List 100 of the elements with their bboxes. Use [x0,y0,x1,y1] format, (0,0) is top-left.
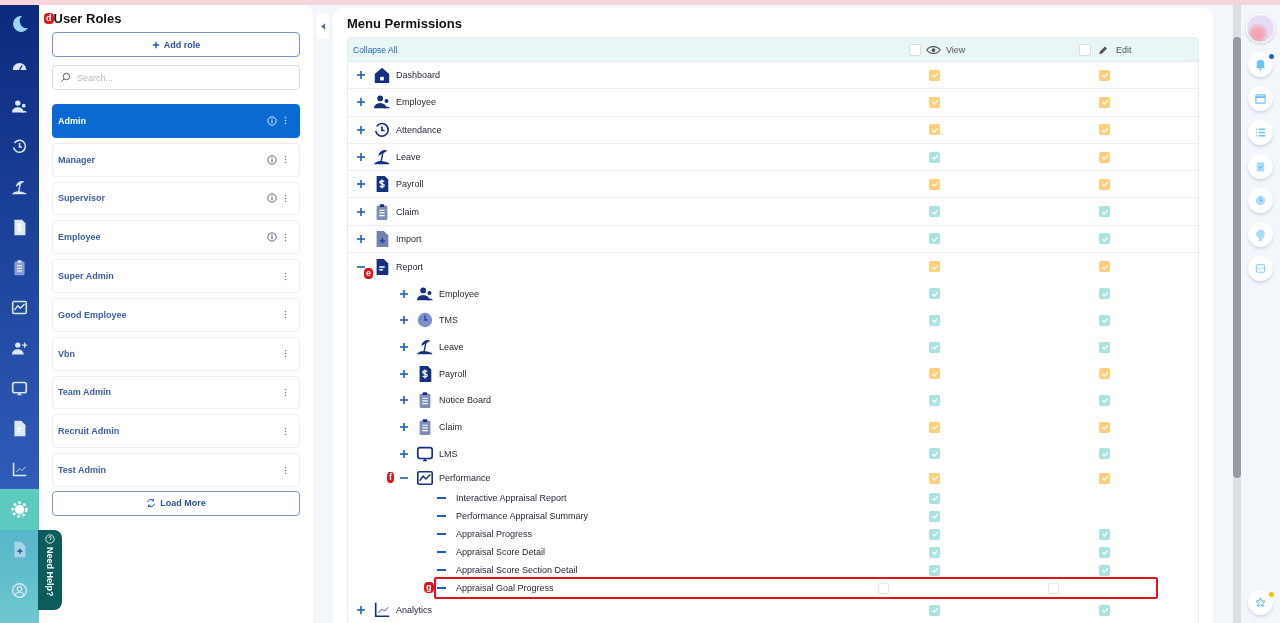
menu-item-label: Analytics [396,605,432,616]
load-more-button[interactable]: Load More [52,490,300,516]
checkbox[interactable] [929,261,940,273]
checkbox[interactable] [1099,288,1110,300]
role-name: Test Admin [58,465,107,476]
checkbox[interactable] [1099,564,1110,576]
role-item[interactable]: Test Admin [52,453,300,487]
checkbox[interactable] [1099,341,1110,353]
role-item[interactable]: Team Admin [52,375,300,410]
checkbox[interactable] [1099,314,1110,326]
more-options-icon[interactable] [284,116,287,126]
history-icon [373,120,391,139]
checkbox[interactable] [929,421,940,433]
checkbox[interactable] [929,604,940,616]
role-item[interactable]: Super Admin [52,259,300,293]
checkbox[interactable] [878,582,889,594]
code-button[interactable] [1248,256,1273,281]
checkbox[interactable] [1099,546,1110,558]
add-role-button[interactable]: Add role [52,32,300,57]
collapse-panel-handle[interactable] [317,13,329,39]
role-item[interactable]: Good Employee [52,298,300,332]
checkbox[interactable] [929,492,940,504]
checkbox[interactable] [929,448,940,460]
checkbox[interactable] [1099,604,1110,616]
favorites-button[interactable] [1248,590,1273,615]
avatar[interactable] [1246,14,1275,43]
checkbox[interactable] [929,151,940,163]
role-item[interactable]: Supervisor [52,181,300,216]
column-header: View [946,44,966,55]
checkbox[interactable] [1099,472,1110,484]
checkbox[interactable] [929,510,940,522]
checkbox[interactable] [929,546,940,558]
role-item[interactable]: Manager [52,142,300,177]
collapse-all-link[interactable]: Collapse All [353,44,398,55]
checkbox[interactable] [1099,421,1110,433]
checkbox[interactable] [929,206,940,218]
expand-icon[interactable] [356,152,366,163]
expand-icon[interactable] [356,233,366,244]
expand-icon[interactable] [356,605,366,616]
gear-icon [11,500,28,518]
expand-icon[interactable] [356,179,366,190]
checkbox[interactable] [929,96,940,108]
checkbox[interactable] [929,564,940,576]
info-icon[interactable] [267,232,277,243]
checkbox[interactable] [1099,206,1110,218]
globe-button[interactable] [1248,222,1273,247]
scrollbar-thumb[interactable] [1233,37,1241,478]
check-icon [1099,342,1110,353]
checkbox[interactable] [929,314,940,326]
checkbox[interactable] [929,233,940,245]
checkbox[interactable] [929,178,940,190]
clipboard-button[interactable] [1248,154,1273,179]
checkbox[interactable] [1048,582,1059,594]
checkbox[interactable] [1099,178,1110,190]
expand-icon[interactable] [399,342,409,353]
search-field[interactable]: Search... [52,65,300,90]
clock-button[interactable] [1248,188,1273,213]
list-button[interactable] [1248,120,1273,145]
expand-icon[interactable] [399,368,409,379]
expand-icon[interactable] [399,448,409,459]
checkbox[interactable] [1099,368,1110,380]
checkbox[interactable] [1099,448,1110,460]
checkbox[interactable] [1099,69,1110,81]
expand-icon[interactable] [399,288,409,299]
expand-icon[interactable] [356,124,366,135]
clipboard-icon [11,259,28,277]
role-item[interactable]: Vbn [52,336,300,371]
calendar-button[interactable] [1248,86,1273,111]
checkbox[interactable] [1099,261,1110,273]
checkbox[interactable] [1099,96,1110,108]
checkbox[interactable] [929,288,940,300]
select-all-checkbox[interactable] [1079,43,1091,56]
info-icon[interactable] [267,154,277,165]
checkbox[interactable] [929,528,940,540]
checkbox[interactable] [929,472,940,484]
expand-icon[interactable] [356,206,366,217]
expand-icon[interactable] [356,70,366,81]
need-help-tab[interactable]: Need Help? [38,530,62,610]
notification-button[interactable] [1248,52,1273,77]
expand-icon[interactable] [356,97,366,108]
checkbox[interactable] [1099,151,1110,163]
select-all-checkbox[interactable] [909,43,921,56]
checkbox[interactable] [1099,233,1110,245]
checkbox[interactable] [1099,124,1110,136]
role-item[interactable]: Recruit Admin [52,414,300,449]
checkbox[interactable] [929,69,940,81]
checkbox[interactable] [1099,394,1110,406]
checkbox[interactable] [1099,528,1110,540]
checkbox[interactable] [929,368,940,380]
checkbox[interactable] [929,341,940,353]
check-icon [929,70,940,81]
menu-item-label: Performance [439,473,491,484]
role-item[interactable]: Admin [52,104,300,138]
info-icon[interactable] [267,193,277,204]
expand-icon[interactable] [399,315,409,326]
expand-icon[interactable] [399,395,409,406]
expand-icon[interactable] [399,422,409,433]
checkbox[interactable] [929,124,940,136]
checkbox[interactable] [929,394,940,406]
role-item[interactable]: Employee [52,220,300,255]
